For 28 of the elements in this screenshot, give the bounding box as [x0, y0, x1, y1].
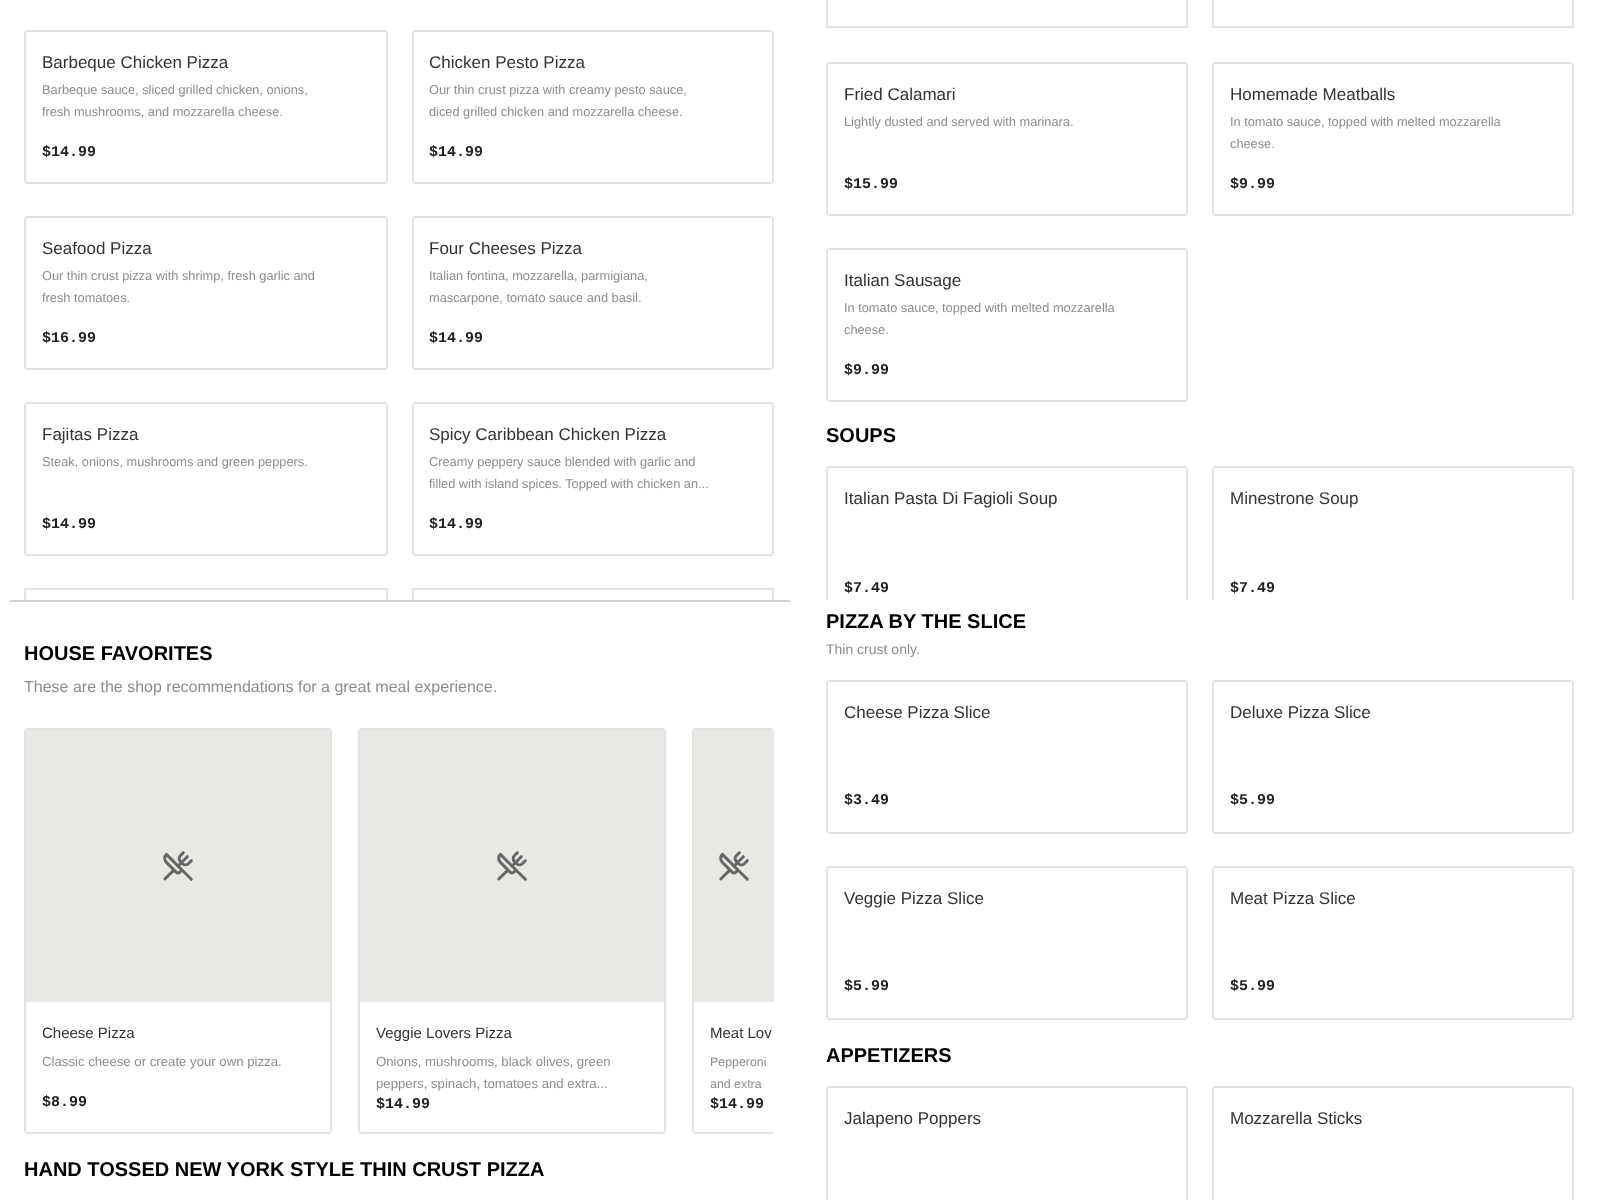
item-name: Homemade Meatballs	[1230, 84, 1396, 106]
item-name: Deluxe Pizza Slice	[1230, 701, 1371, 723]
item-name: Fried Calamari	[844, 84, 956, 106]
item-name: Chicken Pesto Pizza	[429, 52, 585, 74]
item-name: Cheese Pizza Slice	[844, 701, 991, 723]
section-heading: PIZZA BY THE SLICE	[826, 612, 1027, 636]
section-heading: HAND TOSSED NEW YORK STYLE THIN CRUST PIZZA	[24, 1160, 545, 1184]
item-name: Jalapeno Poppers	[844, 1107, 982, 1129]
item-name: Minestrone Soup	[1230, 488, 1359, 510]
item-name: Italian Sausage	[844, 270, 962, 292]
section-subtitle: These are the shop recommendations for a great meal experience.	[24, 676, 498, 700]
section-heading: HOUSE FAVORITES	[24, 644, 213, 668]
item-name: Italian Pasta Di Fagioli Soup	[844, 488, 1058, 510]
menu-card[interactable]: Mozzarella Sticks	[1212, 1085, 1574, 1200]
item-name: Seafood Pizza	[42, 238, 152, 260]
menu-card[interactable]: Jalapeno Poppers	[826, 1085, 1188, 1200]
item-name: Mozzarella Sticks	[1230, 1107, 1363, 1129]
item-name: Barbeque Chicken Pizza	[42, 52, 229, 74]
item-name: Spicy Caribbean Chicken Pizza	[429, 424, 667, 446]
item-name: Four Cheeses Pizza	[429, 238, 583, 260]
item-name: Veggie Pizza Slice	[844, 887, 984, 909]
item-name: Fajitas Pizza	[42, 424, 139, 446]
utensils-icon	[718, 850, 750, 882]
section-heading: APPETIZERS	[826, 1045, 952, 1069]
utensils-icon	[162, 850, 194, 882]
utensils-icon	[496, 850, 528, 882]
section-heading: SOUPS	[826, 426, 897, 450]
item-name: Meat Pizza Slice	[1230, 887, 1356, 909]
